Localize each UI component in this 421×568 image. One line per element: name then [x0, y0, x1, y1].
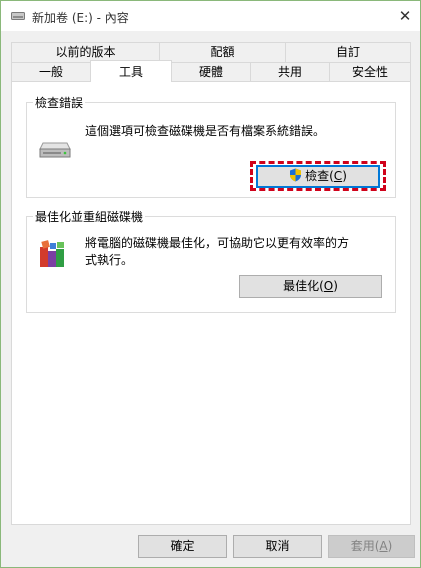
optimize-button-mnemonic: O	[323, 279, 334, 293]
tab-previous-versions[interactable]: 以前的版本	[11, 42, 160, 62]
tab-hardware[interactable]: 硬體	[171, 62, 251, 82]
error-check-description: 這個選項可檢查磁碟機是否有檔案系統錯誤。	[85, 124, 326, 138]
drive-icon	[11, 12, 25, 20]
apply-button[interactable]: 套用(A)	[328, 535, 415, 558]
error-check-title: 檢查錯誤	[33, 94, 86, 111]
tab-row-front: 一般 工具 硬體 共用 安全性	[11, 60, 411, 82]
uac-shield-icon	[290, 168, 302, 182]
defrag-icon	[40, 240, 64, 267]
properties-window: 新加卷 (E:) - 內容 ✕ 以前的版本 配額 自訂 一般 工具 硬體 共用 …	[0, 0, 421, 568]
optimize-button[interactable]: 最佳化(O)	[239, 275, 382, 298]
tab-row-back: 以前的版本 配額 自訂	[11, 42, 411, 62]
title-bar[interactable]: 新加卷 (E:) - 內容 ✕	[1, 1, 420, 31]
ok-button[interactable]: 確定	[138, 535, 227, 558]
check-button-label: 檢查(	[305, 169, 334, 183]
tab-general[interactable]: 一般	[11, 62, 91, 82]
check-button-mnemonic: C	[333, 169, 343, 183]
tab-security[interactable]: 安全性	[329, 62, 411, 82]
tab-customize[interactable]: 自訂	[285, 42, 411, 62]
cancel-button[interactable]: 取消	[233, 535, 322, 558]
drive-icon	[39, 142, 71, 158]
tab-quota[interactable]: 配額	[159, 42, 286, 62]
optimize-button-suffix: )	[333, 279, 338, 293]
tab-tools[interactable]: 工具	[90, 60, 172, 82]
apply-button-mnemonic: A	[379, 539, 388, 553]
optimize-group: 最佳化並重組磁碟機 將電腦的磁碟機最佳化，可協助它以更有效率的方式執行。 最佳化…	[26, 208, 396, 313]
close-button[interactable]: ✕	[390, 1, 420, 31]
optimize-description: 將電腦的磁碟機最佳化，可協助它以更有效率的方式執行。	[85, 236, 350, 267]
error-check-group: 檢查錯誤 這個選項可檢查磁碟機是否有檔案系統錯誤。 檢查(C)	[26, 94, 396, 198]
check-button-suffix: )	[342, 169, 347, 183]
tools-panel: 檢查錯誤 這個選項可檢查磁碟機是否有檔案系統錯誤。 檢查(C) 最佳化並重組磁碟…	[11, 81, 411, 525]
window-title: 新加卷 (E:) - 內容	[32, 11, 129, 25]
optimize-button-label: 最佳化(	[283, 279, 324, 293]
close-icon: ✕	[398, 7, 412, 25]
optimize-title: 最佳化並重組磁碟機	[33, 208, 146, 225]
apply-button-suffix: )	[387, 539, 393, 553]
apply-button-label: 套用(	[350, 539, 380, 553]
tab-sharing[interactable]: 共用	[250, 62, 330, 82]
check-button[interactable]: 檢查(C)	[256, 165, 380, 188]
